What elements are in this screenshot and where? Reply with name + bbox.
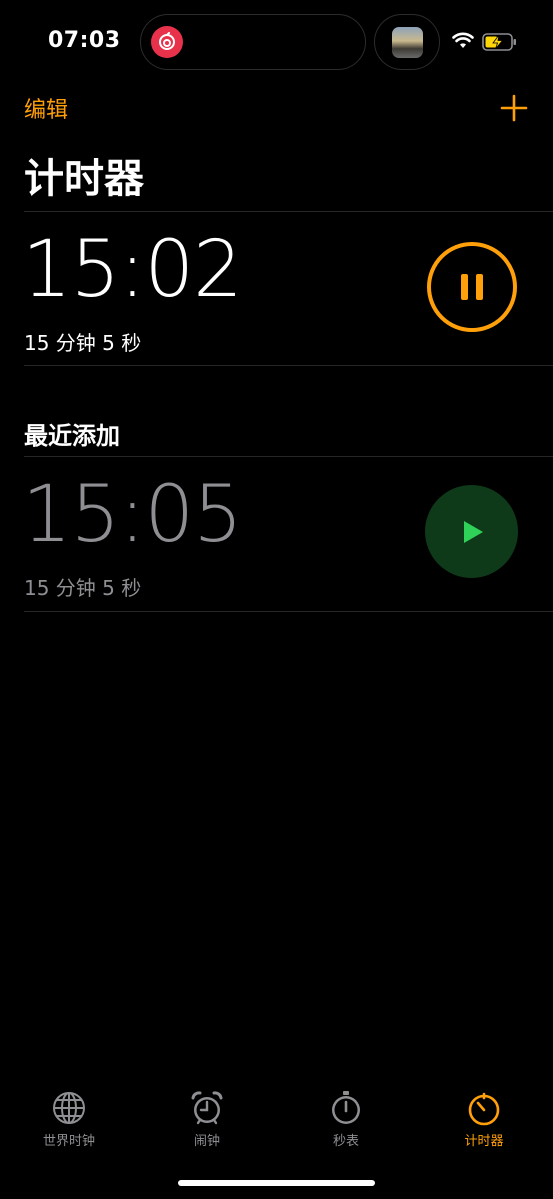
play-icon — [463, 520, 483, 543]
tab-label: 闹钟 — [193, 1134, 220, 1149]
add-timer-button[interactable] — [498, 92, 530, 124]
pause-button[interactable] — [427, 242, 517, 332]
wifi-icon — [452, 32, 474, 48]
netease-music-icon[interactable] — [151, 26, 183, 58]
recent-timer-label: 15 分钟 5 秒 — [24, 576, 142, 600]
media-thumbnail — [392, 27, 423, 58]
tab-label: 世界时钟 — [42, 1134, 95, 1149]
recent-timer-time: 15:05 — [22, 470, 243, 560]
divider — [24, 211, 553, 212]
live-activity-pill[interactable] — [374, 14, 440, 70]
tab-label: 计时器 — [464, 1134, 504, 1149]
divider — [24, 611, 553, 612]
tab-world-clock[interactable]: 世界时钟 — [9, 1080, 129, 1149]
tab-timer[interactable]: 计时器 — [424, 1080, 544, 1149]
home-indicator[interactable] — [178, 1180, 375, 1186]
globe-icon — [53, 1092, 85, 1124]
tab-alarm[interactable]: 闹钟 — [147, 1080, 267, 1149]
active-timer-time: 15:02 — [22, 225, 243, 315]
section-heading-recent: 最近添加 — [24, 422, 120, 450]
alarm-clock-icon — [191, 1091, 223, 1125]
dynamic-island[interactable] — [140, 14, 366, 70]
battery-charging-icon — [482, 33, 516, 51]
stopwatch-icon — [332, 1091, 360, 1124]
status-time: 07:03 — [48, 28, 121, 53]
active-timer-label: 15 分钟 5 秒 — [24, 331, 142, 355]
play-button[interactable] — [425, 485, 518, 578]
tab-stopwatch[interactable]: 秒表 — [286, 1080, 406, 1149]
edit-button[interactable]: 编辑 — [24, 92, 68, 124]
status-bar: 07:03 — [0, 0, 553, 84]
timer-icon — [468, 1092, 500, 1126]
divider — [24, 365, 553, 366]
pause-icon — [457, 274, 487, 300]
tab-bar: 世界时钟 闹钟 秒表 计时器 — [0, 1080, 553, 1160]
divider — [24, 456, 553, 457]
page-title: 计时器 — [24, 156, 144, 202]
tab-label: 秒表 — [332, 1134, 359, 1149]
plus-icon — [500, 94, 528, 122]
